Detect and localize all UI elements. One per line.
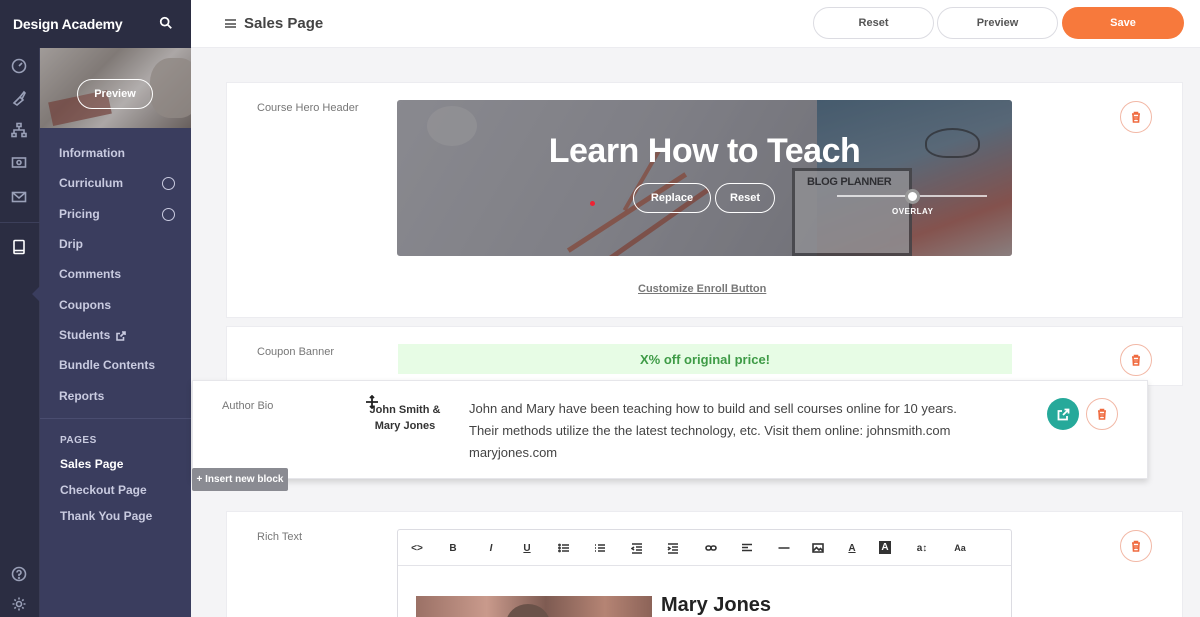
bullet-list-icon[interactable]	[556, 540, 572, 556]
overlay-label: OVERLAY	[892, 207, 934, 216]
save-button[interactable]: Save	[1062, 7, 1184, 39]
block-label: Coupon Banner	[257, 346, 335, 358]
sidebar-item-curriculum[interactable]: Curriculum	[40, 168, 191, 198]
replace-button[interactable]: Replace	[633, 183, 711, 213]
align-icon[interactable]	[739, 540, 755, 556]
active-pointer	[32, 286, 40, 302]
status-circle-icon	[162, 177, 175, 191]
sidebar-item-comments[interactable]: Comments	[40, 259, 191, 289]
coupon-banner[interactable]: X% off original price!	[398, 344, 1012, 374]
money-icon[interactable]	[9, 152, 29, 172]
sidebar-item-label: Pricing	[59, 206, 100, 221]
course-preview-button[interactable]: Preview	[77, 79, 153, 109]
course-nav: Information Curriculum Pricing Drip Comm…	[40, 138, 191, 411]
content-image[interactable]	[416, 596, 652, 617]
reset-button[interactable]: Reset	[813, 7, 934, 39]
drag-cursor-icon	[365, 394, 379, 410]
hero-image: BLOG PLANNER Learn How to Teach Replace …	[397, 100, 1012, 256]
outdent-icon[interactable]	[629, 540, 645, 556]
status-circle-icon	[162, 207, 175, 221]
block-label: Course Hero Header	[257, 102, 359, 114]
brand-title[interactable]: Design Academy	[13, 16, 123, 32]
delete-coupon-button[interactable]	[1120, 344, 1152, 376]
page-header: Sales Page Reset Preview Save	[191, 0, 1200, 48]
sitemap-icon[interactable]	[9, 120, 29, 140]
line-height-button[interactable]: a↕	[914, 540, 930, 556]
pages-heading: PAGES	[60, 435, 97, 446]
text-color-button[interactable]: A	[844, 540, 860, 556]
link-icon[interactable]	[703, 540, 719, 556]
content-heading[interactable]: Mary Jones	[661, 594, 771, 617]
numbered-list-icon[interactable]	[592, 540, 608, 556]
page-item-thank-you[interactable]: Thank You Page	[40, 503, 191, 529]
richtext-editor[interactable]: <> B I U A A a↕ Aa Mary Jones	[397, 529, 1012, 617]
hero-title: Learn How to Teach	[548, 132, 861, 170]
highlight-color-icon[interactable]: A	[879, 541, 891, 554]
search-icon[interactable]	[159, 16, 175, 32]
sidebar-item-label: Drip	[59, 237, 83, 252]
sidebar-item-coupons[interactable]: Coupons	[40, 289, 191, 319]
sidebar-item-information[interactable]: Information	[40, 138, 191, 168]
rail-divider	[0, 222, 40, 223]
dashboard-icon[interactable]	[9, 56, 29, 76]
font-size-button[interactable]: Aa	[952, 540, 968, 556]
edit-author-button[interactable]	[1047, 398, 1079, 430]
author-name-line2: Mary Jones	[374, 420, 436, 432]
menu-icon[interactable]	[225, 19, 236, 28]
delete-author-button[interactable]	[1086, 398, 1118, 430]
horizontal-rule-icon[interactable]	[776, 540, 792, 556]
page-item-checkout[interactable]: Checkout Page	[40, 477, 191, 503]
page-title: Sales Page	[244, 15, 324, 32]
image-icon[interactable]	[810, 540, 826, 556]
course-sidebar: Preview Information Curriculum Pricing D…	[40, 48, 191, 617]
overlay-slider-handle[interactable]	[905, 189, 920, 204]
brush-icon[interactable]	[9, 88, 29, 108]
editor-toolbar: <> B I U A A a↕ Aa	[398, 530, 1011, 566]
indent-icon[interactable]	[665, 540, 681, 556]
sidebar-item-label: Coupons	[59, 297, 111, 312]
sidebar-item-drip[interactable]: Drip	[40, 229, 191, 259]
sidebar-item-label: Curriculum	[59, 176, 124, 191]
sidebar-item-students[interactable]: Students	[40, 320, 191, 350]
author-bio-text[interactable]: John and Mary have been teaching how to …	[469, 398, 989, 464]
block-label: Author Bio	[222, 400, 274, 412]
sidebar-divider	[40, 418, 191, 419]
book-icon[interactable]	[9, 237, 29, 257]
trash-icon	[1132, 111, 1140, 123]
trash-icon	[1132, 540, 1140, 552]
help-icon[interactable]	[9, 564, 29, 584]
block-label: Rich Text	[257, 531, 303, 543]
external-edit-icon	[1057, 408, 1069, 420]
sidebar-item-label: Comments	[59, 267, 122, 282]
sidebar-item-bundle-contents[interactable]: Bundle Contents	[40, 350, 191, 380]
sidebar-item-label: Bundle Contents	[59, 358, 155, 373]
hero-reset-button[interactable]: Reset	[715, 183, 775, 213]
icon-rail	[0, 48, 40, 617]
external-link-icon	[116, 330, 127, 341]
sidebar-item-label: Reports	[59, 388, 105, 403]
code-view-button[interactable]: <>	[409, 540, 425, 556]
insert-block-tooltip[interactable]: + Insert new block	[192, 468, 288, 491]
sidebar-item-label: Students	[59, 327, 111, 342]
page-item-sales[interactable]: Sales Page	[40, 451, 191, 477]
brand-bar: Design Academy	[0, 0, 191, 48]
customize-enroll-link[interactable]: Customize Enroll Button	[638, 283, 766, 295]
trash-icon	[1098, 408, 1106, 420]
mail-icon[interactable]	[9, 187, 29, 207]
settings-icon[interactable]	[9, 594, 29, 614]
sidebar-item-pricing[interactable]: Pricing	[40, 199, 191, 229]
delete-richtext-button[interactable]	[1120, 530, 1152, 562]
bold-button[interactable]: B	[445, 540, 461, 556]
sidebar-item-label: Information	[59, 146, 125, 161]
preview-button[interactable]: Preview	[937, 7, 1058, 39]
italic-button[interactable]: I	[483, 540, 499, 556]
sidebar-item-reports[interactable]: Reports	[40, 380, 191, 410]
trash-icon	[1132, 354, 1140, 366]
underline-button[interactable]: U	[519, 540, 535, 556]
pages-list: Sales Page Checkout Page Thank You Page	[40, 451, 191, 529]
delete-hero-button[interactable]	[1120, 101, 1152, 133]
